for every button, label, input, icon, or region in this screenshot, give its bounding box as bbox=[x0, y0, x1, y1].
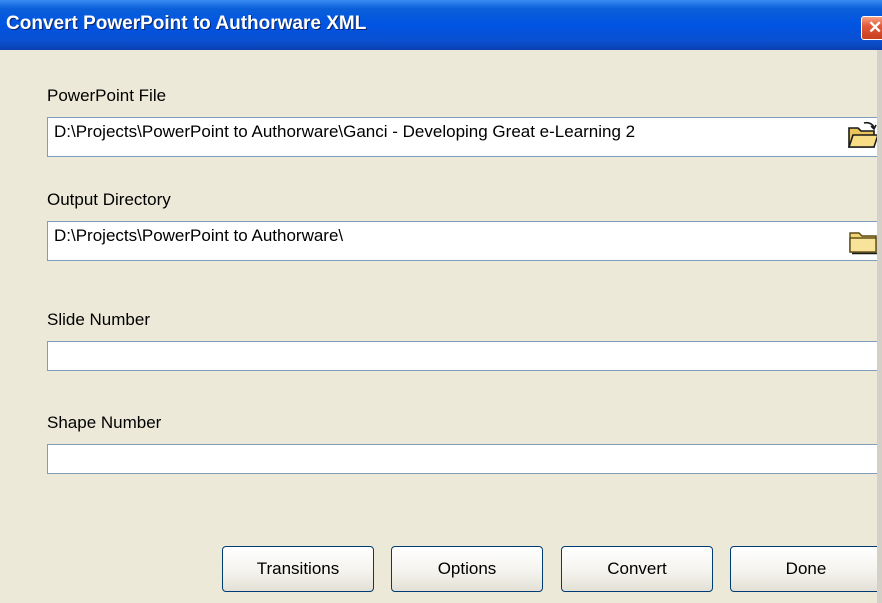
window-border bbox=[877, 50, 882, 603]
window-title: Convert PowerPoint to Authorware XML bbox=[6, 13, 367, 34]
convert-dialog: Convert PowerPoint to Authorware XML ✕ P… bbox=[0, 0, 882, 603]
slide-number-input[interactable] bbox=[47, 341, 882, 371]
done-button[interactable]: Done bbox=[730, 546, 882, 592]
open-folder-icon bbox=[847, 121, 880, 148]
close-icon: ✕ bbox=[868, 18, 882, 37]
output-directory-input[interactable]: D:\Projects\PowerPoint to Authorware\ bbox=[47, 221, 882, 261]
title-bar[interactable]: Convert PowerPoint to Authorware XML ✕ bbox=[0, 0, 882, 50]
shape-number-label: Shape Number bbox=[47, 413, 162, 432]
browse-output-directory-button[interactable] bbox=[847, 225, 879, 255]
powerpoint-file-label: PowerPoint File bbox=[47, 86, 167, 105]
close-button[interactable]: ✕ bbox=[861, 16, 882, 40]
shape-number-input[interactable] bbox=[47, 444, 882, 474]
convert-button[interactable]: Convert bbox=[561, 546, 713, 592]
output-directory-value: D:\Projects\PowerPoint to Authorware\ bbox=[54, 226, 344, 245]
output-directory-label: Output Directory bbox=[47, 190, 171, 209]
powerpoint-file-input[interactable]: D:\Projects\PowerPoint to Authorware\Gan… bbox=[47, 117, 882, 157]
browse-powerpoint-file-button[interactable] bbox=[847, 121, 880, 151]
folder-icon bbox=[849, 232, 877, 255]
transitions-button[interactable]: Transitions bbox=[222, 546, 374, 592]
options-button[interactable]: Options bbox=[391, 546, 543, 592]
slide-number-label: Slide Number bbox=[47, 310, 150, 329]
powerpoint-file-value: D:\Projects\PowerPoint to Authorware\Gan… bbox=[54, 122, 636, 141]
